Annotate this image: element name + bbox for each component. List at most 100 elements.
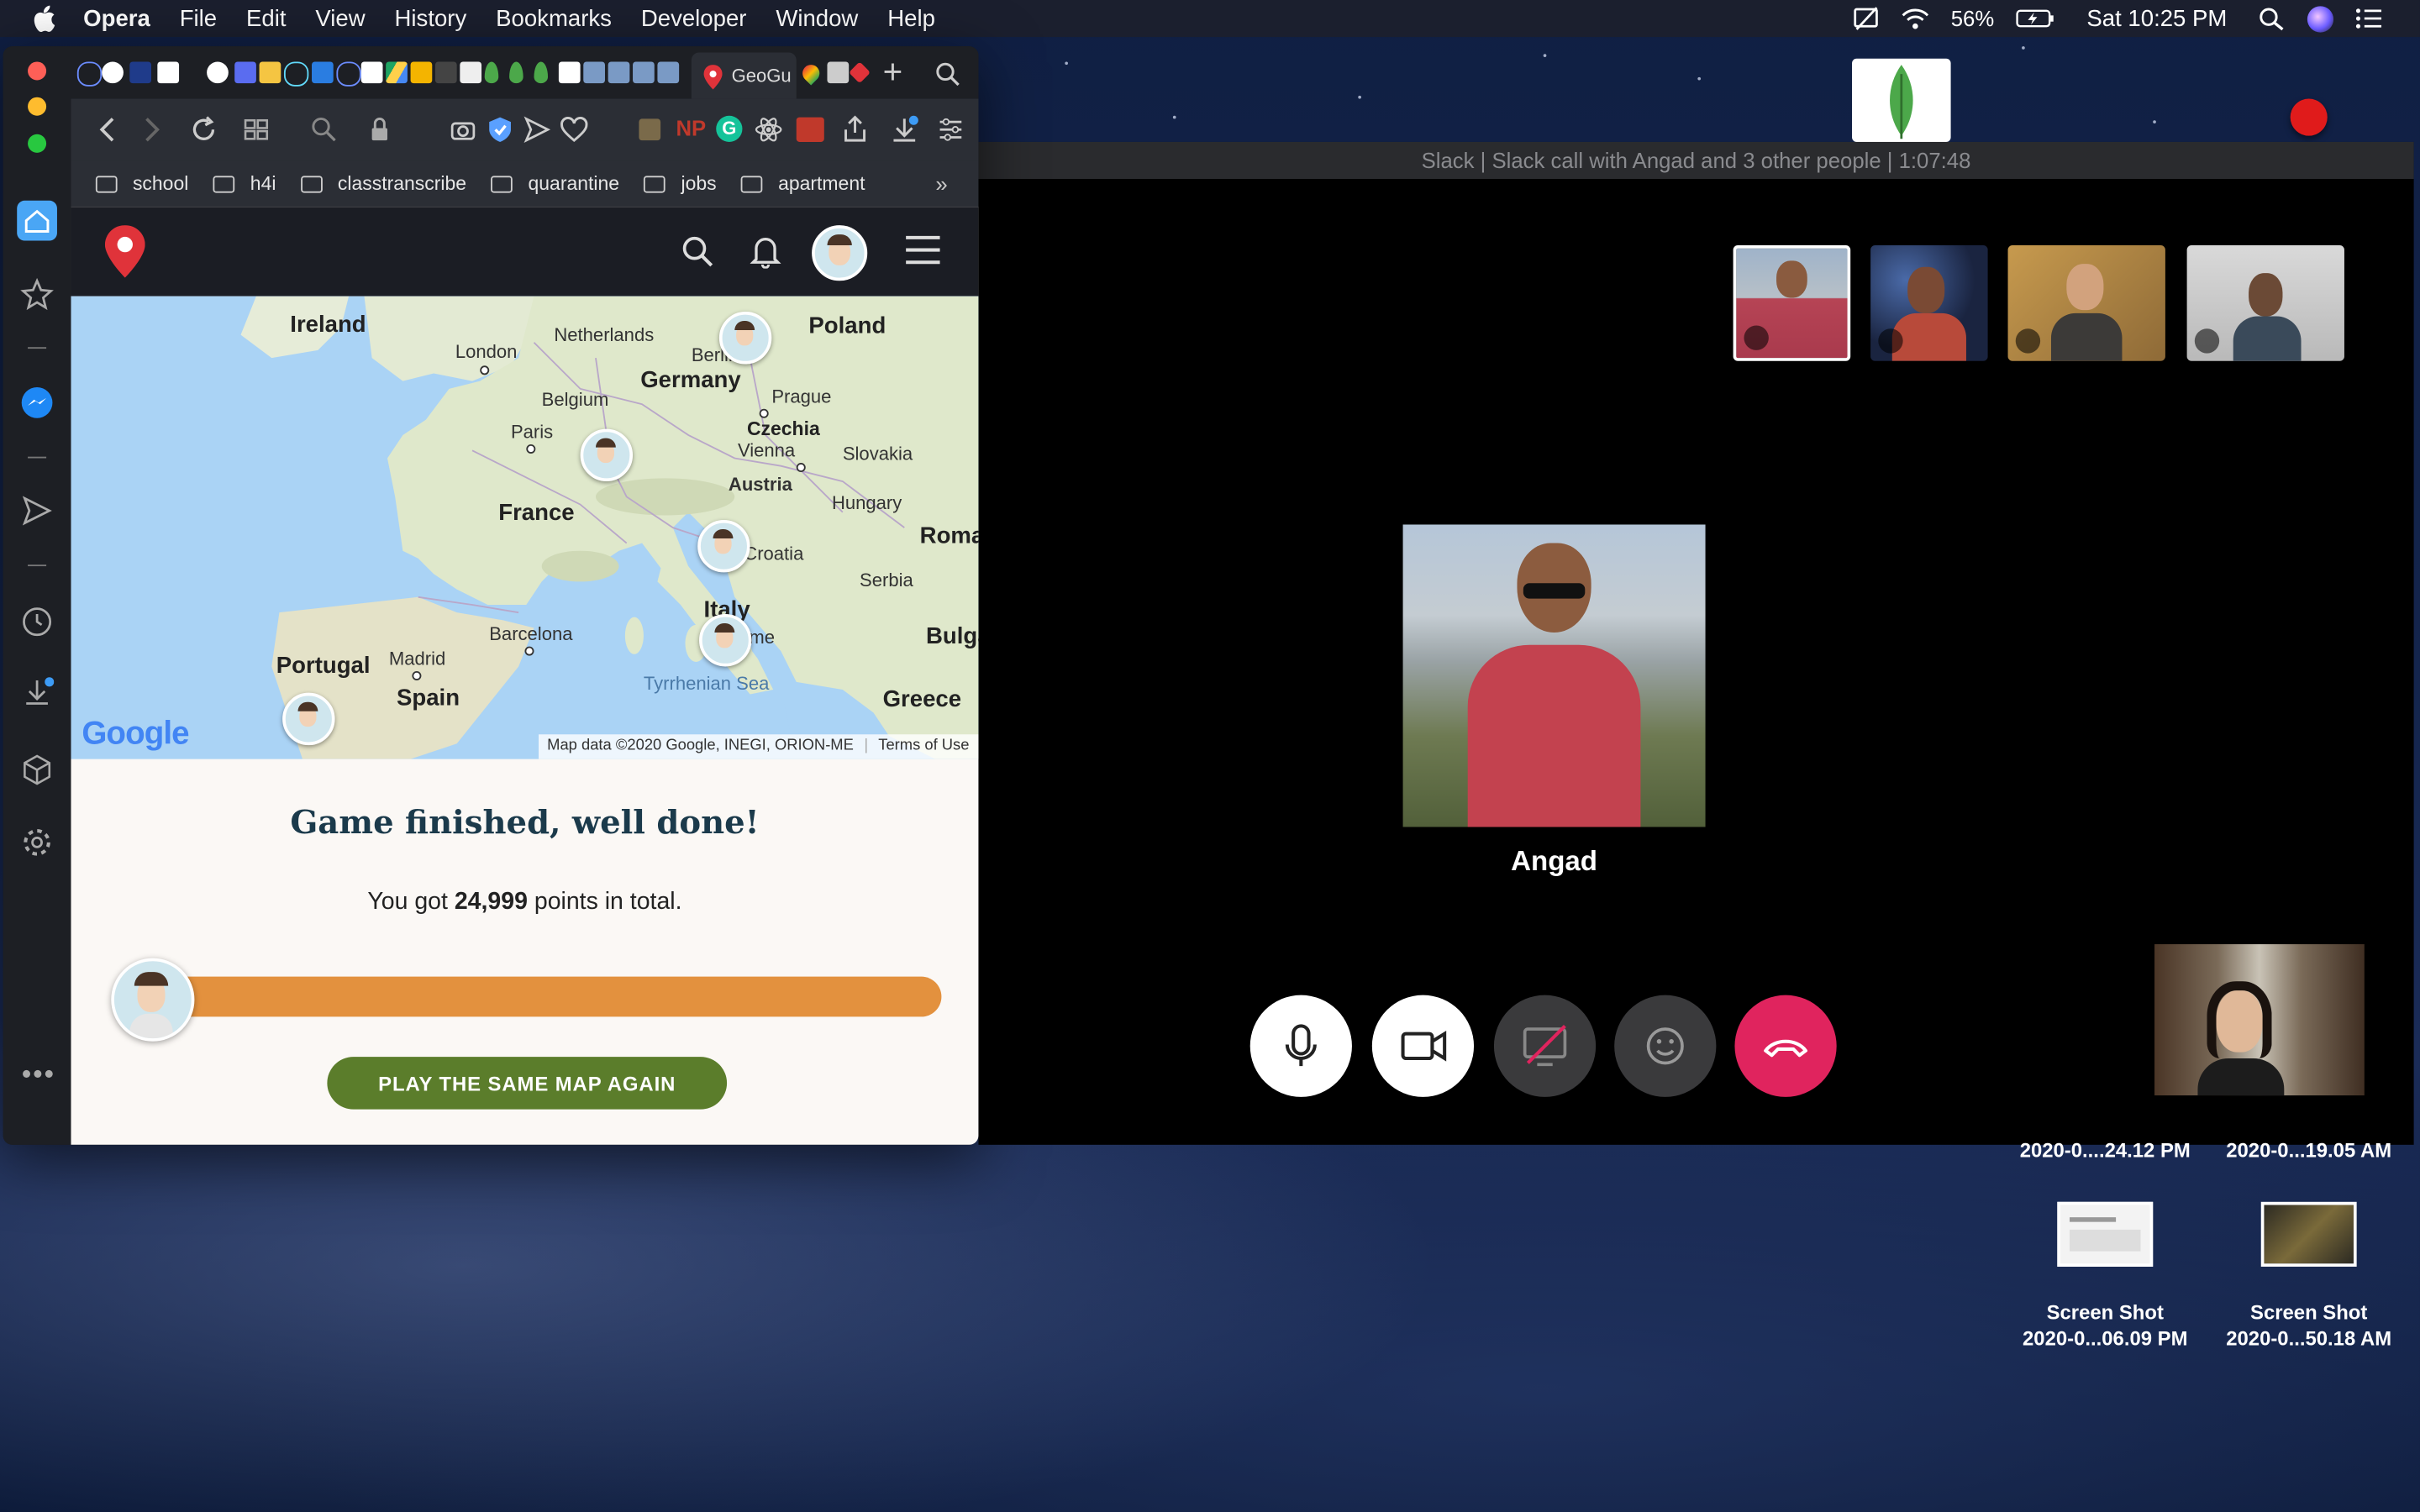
- tab-favicon[interactable]: [827, 61, 850, 84]
- tab-favicon[interactable]: [657, 61, 680, 84]
- github-tab-icon[interactable]: [207, 61, 229, 84]
- map-terms-link[interactable]: Terms of Use: [878, 738, 969, 754]
- active-speaker-video[interactable]: [1402, 524, 1706, 827]
- microphone-button[interactable]: [1249, 995, 1352, 1097]
- notifications-bell-icon[interactable]: [750, 234, 781, 269]
- mongodb-icon[interactable]: [1852, 58, 1951, 142]
- tab-favicon[interactable]: [410, 61, 433, 84]
- apple-icon[interactable]: [31, 5, 55, 33]
- menu-clock[interactable]: Sat 10:25 PM: [2086, 5, 2227, 31]
- user-avatar[interactable]: [812, 225, 868, 281]
- player-avatar[interactable]: [111, 958, 195, 1042]
- speed-dial-home-icon[interactable]: [17, 200, 57, 241]
- hang-up-button[interactable]: [1734, 995, 1837, 1097]
- desktop-file-label[interactable]: 2020-0....24.12 PM: [2000, 1137, 2210, 1163]
- mongodb-tab-icon[interactable]: [534, 61, 549, 84]
- participant-thumbnail[interactable]: [2186, 245, 2344, 361]
- grammarly-icon[interactable]: G: [716, 115, 743, 142]
- tab-search-icon[interactable]: [935, 61, 960, 87]
- sidebar-more-icon[interactable]: •••: [22, 1058, 55, 1091]
- new-tab-plus-icon[interactable]: +: [883, 52, 903, 92]
- hamburger-menu-icon[interactable]: [904, 233, 941, 266]
- bookmark-folder-school[interactable]: school: [95, 173, 188, 194]
- tab-favicon[interactable]: [434, 61, 457, 84]
- tab-favicon[interactable]: [849, 61, 871, 84]
- bookmark-folder-h4i[interactable]: h4i: [213, 173, 276, 194]
- extension-badge-icon[interactable]: [796, 117, 824, 142]
- react-devtools-icon[interactable]: [753, 114, 784, 145]
- self-view-video[interactable]: [2154, 944, 2365, 1096]
- tab-favicon[interactable]: [129, 61, 151, 84]
- share-icon[interactable]: [839, 114, 871, 145]
- forward-arrow-icon[interactable]: [136, 114, 167, 145]
- menu-developer[interactable]: Developer: [641, 5, 747, 31]
- tab-favicon[interactable]: [460, 61, 482, 84]
- bookmarks-star-icon[interactable]: [20, 277, 54, 312]
- emoji-reaction-button[interactable]: [1614, 995, 1717, 1097]
- menu-bookmarks[interactable]: Bookmarks: [496, 5, 612, 31]
- tab-favicon[interactable]: [234, 61, 256, 84]
- bookmark-folder-apartment[interactable]: apartment: [741, 173, 865, 194]
- downloads-icon[interactable]: [20, 675, 55, 709]
- guess-pin[interactable]: [718, 312, 772, 365]
- messenger-icon[interactable]: [20, 386, 54, 419]
- tab-favicon[interactable]: [312, 61, 334, 84]
- screen-share-button[interactable]: [1493, 995, 1597, 1097]
- menu-view[interactable]: View: [315, 5, 365, 31]
- snapshot-camera-icon[interactable]: [448, 114, 479, 145]
- search-icon[interactable]: [682, 236, 713, 267]
- extension-np-icon[interactable]: NP: [676, 116, 706, 140]
- notification-center-icon[interactable]: [2355, 6, 2383, 30]
- tab-favicon[interactable]: [76, 61, 103, 87]
- download-icon[interactable]: [889, 114, 920, 145]
- desktop-file-name[interactable]: Screen Shot 2020-0...50.18 AM: [2207, 1299, 2410, 1352]
- tab-favicon[interactable]: [583, 61, 605, 84]
- guess-pin[interactable]: [699, 614, 752, 667]
- tab-favicon[interactable]: [259, 61, 281, 84]
- desktop-screenshot-thumbnail[interactable]: [2260, 1201, 2357, 1267]
- zoom-icon[interactable]: [308, 114, 339, 145]
- mongodb-tab-icon[interactable]: [509, 61, 523, 84]
- guess-pin[interactable]: [282, 692, 335, 746]
- tab-grid-icon[interactable]: [241, 114, 272, 145]
- result-map[interactable]: Ireland Netherlands Poland London Berlin…: [71, 296, 979, 759]
- window-minimize-button[interactable]: [28, 97, 47, 116]
- settings-gear-icon[interactable]: [20, 826, 54, 859]
- desktop-file-name[interactable]: Screen Shot 2020-0...06.09 PM: [2000, 1299, 2210, 1352]
- battery-charging-icon[interactable]: [2016, 6, 2056, 30]
- adblock-shield-icon[interactable]: [485, 114, 516, 145]
- mongodb-tab-icon[interactable]: [484, 61, 499, 84]
- bookmark-folder-jobs[interactable]: jobs: [644, 173, 717, 194]
- extension-cube-icon[interactable]: [639, 118, 661, 141]
- google-maps-tab-icon[interactable]: [798, 60, 823, 86]
- bookmark-folder-classtranscribe[interactable]: classtranscribe: [300, 173, 466, 194]
- menu-file[interactable]: File: [180, 5, 217, 31]
- bookmark-folder-quarantine[interactable]: quarantine: [491, 173, 619, 194]
- notification-muted-icon[interactable]: [1852, 6, 1880, 30]
- wifi-icon[interactable]: [1902, 6, 1929, 30]
- guess-pin[interactable]: [580, 428, 634, 482]
- geoguessr-logo-icon[interactable]: [104, 225, 145, 278]
- spotlight-search-icon[interactable]: [2258, 6, 2286, 31]
- tab-favicon[interactable]: [608, 61, 630, 84]
- tab-favicon[interactable]: [336, 61, 361, 87]
- heart-icon[interactable]: [559, 114, 590, 145]
- video-button[interactable]: [1371, 995, 1475, 1097]
- send-icon[interactable]: [522, 114, 553, 145]
- lock-icon[interactable]: [364, 114, 395, 145]
- desktop-file-label[interactable]: 2020-0...19.05 AM: [2207, 1137, 2410, 1163]
- tab-favicon[interactable]: [633, 61, 655, 84]
- window-zoom-button[interactable]: [28, 134, 47, 153]
- menu-history[interactable]: History: [395, 5, 467, 31]
- google-logo[interactable]: Google: [82, 716, 189, 753]
- github-tab-icon[interactable]: [102, 61, 124, 84]
- desktop-screenshot-thumbnail[interactable]: [2057, 1201, 2154, 1267]
- reload-icon[interactable]: [188, 114, 219, 145]
- red-pin-icon[interactable]: [2290, 98, 2328, 136]
- siri-icon[interactable]: [2307, 5, 2334, 32]
- tab-favicon[interactable]: [558, 61, 581, 84]
- menu-edit[interactable]: Edit: [246, 5, 286, 31]
- back-arrow-icon[interactable]: [92, 114, 124, 145]
- send-flow-icon[interactable]: [20, 494, 54, 528]
- bookmarks-overflow-icon[interactable]: »: [935, 171, 947, 196]
